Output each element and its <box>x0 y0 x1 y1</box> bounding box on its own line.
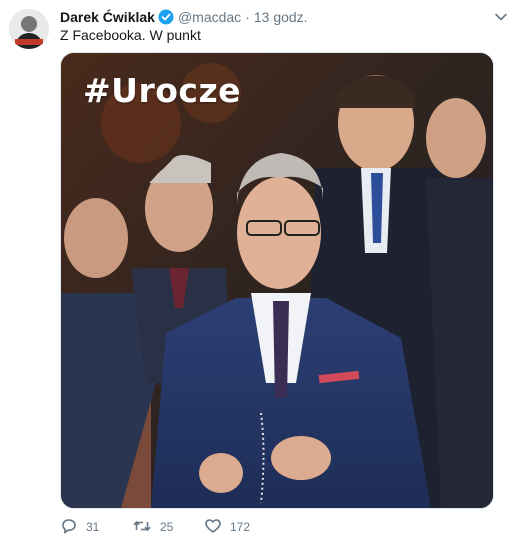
reply-button[interactable]: 31 <box>60 517 132 538</box>
separator-dot: · <box>245 9 250 25</box>
tweet-text: Z Facebooka. W punkt <box>60 27 201 43</box>
tweet-photo[interactable]: #Urocze <box>60 52 494 509</box>
retweet-icon <box>132 517 152 538</box>
handle[interactable]: @macdac <box>178 8 241 26</box>
photo-overlay-hashtag: #Urocze <box>83 71 242 110</box>
reply-count: 31 <box>86 520 100 534</box>
retweet-count: 25 <box>160 520 174 534</box>
chevron-down-icon[interactable] <box>492 8 510 26</box>
display-name[interactable]: Darek Ćwiklak <box>60 8 155 26</box>
tweet-header: Darek Ćwiklak @macdac · 13 godz. <box>60 8 308 26</box>
tweet-actions: 31 25 172 <box>60 517 276 537</box>
heart-icon <box>204 517 222 538</box>
photo-illustration <box>61 53 493 508</box>
tweet[interactable]: Darek Ćwiklak @macdac · 13 godz. Z Faceb… <box>0 0 522 540</box>
avatar[interactable] <box>9 9 49 49</box>
reply-icon <box>60 517 78 538</box>
like-count: 172 <box>230 520 251 534</box>
verified-badge-icon <box>158 9 174 25</box>
retweet-button[interactable]: 25 <box>132 517 204 538</box>
timestamp[interactable]: 13 godz. <box>254 8 308 26</box>
like-button[interactable]: 172 <box>204 517 276 538</box>
